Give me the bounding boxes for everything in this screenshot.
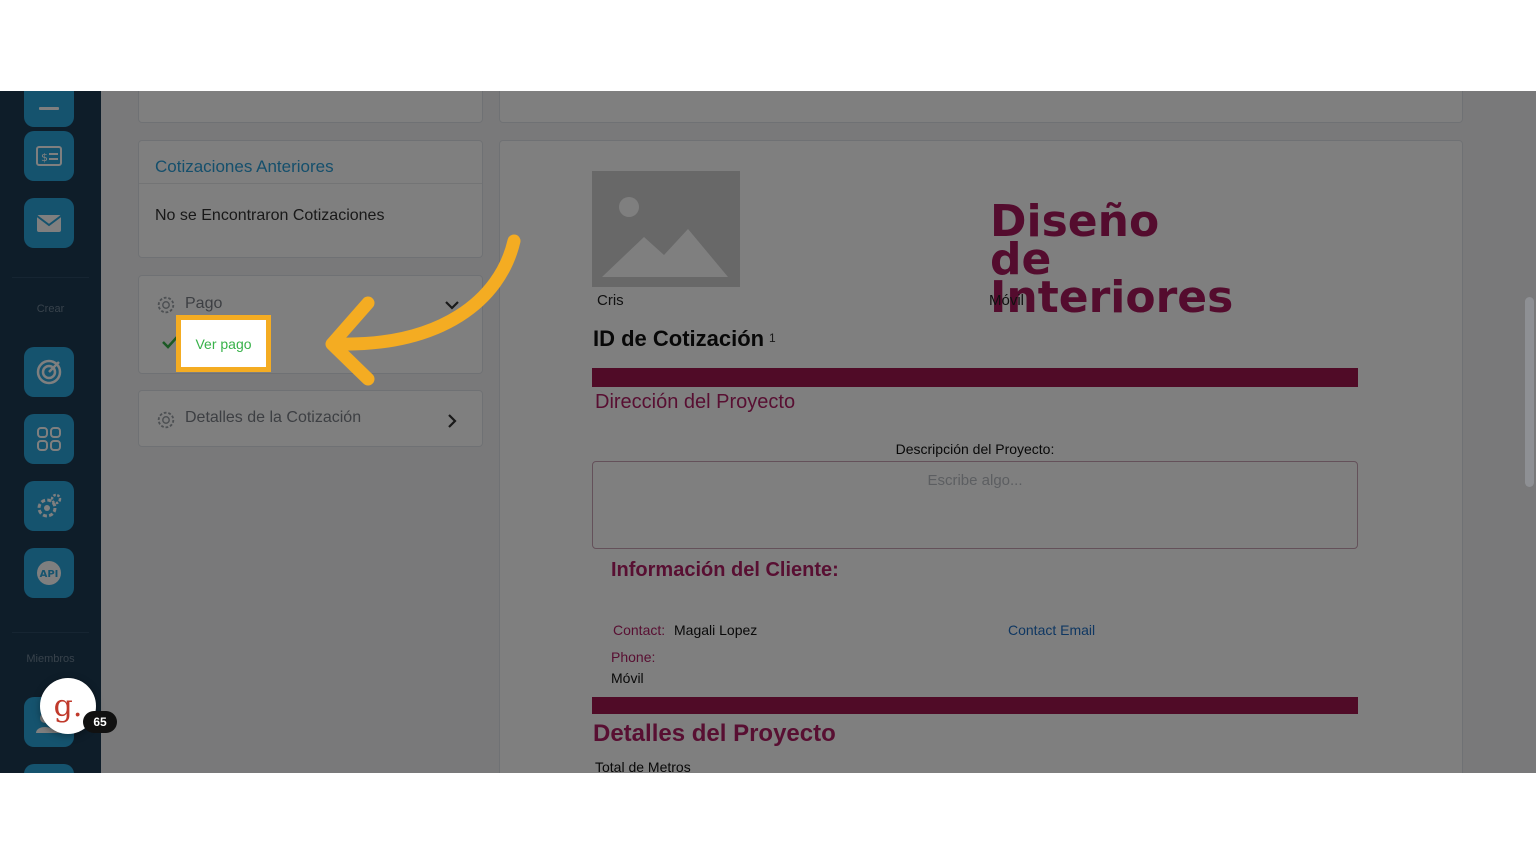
target-icon[interactable] bbox=[24, 347, 74, 397]
api-icon[interactable]: API bbox=[24, 548, 74, 598]
top-right-card bbox=[499, 91, 1463, 123]
card-divider bbox=[139, 183, 482, 184]
view-payment-link[interactable]: Ver pago bbox=[176, 315, 271, 372]
sidebar-section-create: Crear bbox=[36, 303, 65, 315]
contact-email[interactable]: Contact Email bbox=[1008, 622, 1095, 638]
project-description-input[interactable]: Escribe algo... bbox=[592, 461, 1358, 549]
api-label: API bbox=[40, 569, 59, 580]
app-stage: $ Crear API Miembros Cotizaciones Anteri… bbox=[0, 91, 1536, 773]
quote-details-card[interactable]: Detalles de la Cotización bbox=[138, 390, 483, 447]
previous-quotes-title: Cotizaciones Anteriores bbox=[155, 157, 334, 176]
client-info-title: Información del Cliente: bbox=[611, 559, 839, 581]
list-icon[interactable] bbox=[24, 91, 74, 127]
quote-id-value: 1 bbox=[769, 331, 776, 345]
mail-icon[interactable] bbox=[24, 198, 74, 248]
quote-id-label: ID de Cotización bbox=[593, 326, 765, 351]
phone-label: Phone: bbox=[611, 649, 656, 665]
company-logo-placeholder bbox=[592, 171, 740, 287]
total-meters-label: Total de Metros bbox=[595, 759, 691, 773]
phone-value: Móvil bbox=[611, 670, 644, 686]
sidebar-section-members: Miembros bbox=[26, 653, 75, 665]
project-address-title: Dirección del Proyecto bbox=[595, 391, 796, 413]
sidebar-divider bbox=[12, 632, 89, 633]
payment-title: Pago bbox=[185, 295, 223, 312]
quote-details-title: Detalles de la Cotización bbox=[185, 409, 362, 426]
notification-badge: 65 bbox=[83, 711, 117, 733]
sidebar-divider bbox=[12, 277, 89, 278]
gear-icon bbox=[157, 296, 175, 314]
tutorial-arrow-icon bbox=[325, 234, 521, 386]
company-phone: Móvil bbox=[989, 292, 1025, 309]
brand-logo-text: Diseño de Interiores bbox=[990, 196, 1234, 323]
scrollbar[interactable] bbox=[1525, 297, 1534, 487]
company-name: Cris bbox=[597, 292, 624, 309]
previous-quotes-empty-message: No se Encontraron Cotizaciones bbox=[155, 207, 385, 224]
contact-name: Magali Lopez bbox=[674, 622, 758, 638]
section-bar bbox=[592, 697, 1358, 714]
settings-icon[interactable] bbox=[24, 481, 74, 531]
section-bar bbox=[592, 368, 1358, 387]
project-details-title: Detalles del Proyecto bbox=[593, 720, 836, 747]
invoice-icon[interactable]: $ bbox=[24, 131, 74, 181]
top-left-card bbox=[138, 91, 483, 123]
image-placeholder-icon bbox=[602, 197, 728, 277]
gear-icon bbox=[157, 411, 175, 429]
invoice-glyph: $ bbox=[41, 151, 48, 164]
brand-logo-line2: Interiores bbox=[990, 272, 1234, 323]
project-description-label: Descripción del Proyecto: bbox=[895, 441, 1055, 457]
grid-icon[interactable] bbox=[24, 414, 74, 464]
sidebar-button-more[interactable] bbox=[24, 764, 74, 773]
contact-label: Contact: bbox=[613, 622, 666, 638]
sidebar: $ Crear API Miembros bbox=[0, 91, 101, 773]
chevron-right-icon[interactable] bbox=[443, 412, 461, 430]
brand-logo-line1: Diseño de bbox=[990, 196, 1160, 285]
